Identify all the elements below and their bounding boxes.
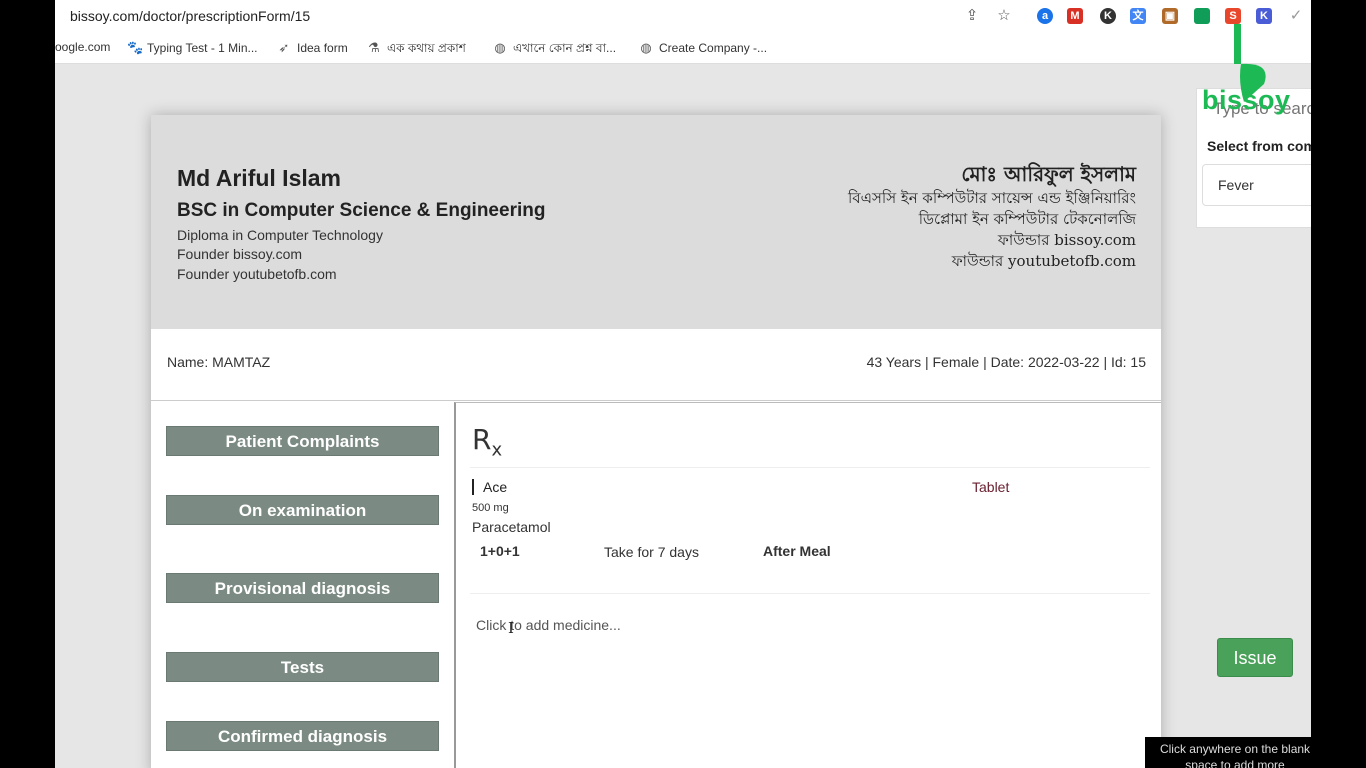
divider [470,593,1150,594]
add-medicine-input[interactable]: Click to add medicine... [476,617,621,633]
tests-button[interactable]: Tests [166,652,439,682]
doctor-name-en: Md Ariful Islam [177,165,341,191]
doctor-degree-en: BSC in Computer Science & Engineering [177,200,546,221]
patient-info-row: Name: MAMTAZ 43 Years | Female | Date: 2… [151,329,1161,401]
medicine-generic: Paracetamol [472,519,551,535]
rocket-icon: ➶ [278,40,290,55]
bookmark-ek-kothay[interactable]: ⚗ এক কথায় প্রকাশ [367,40,466,60]
rx-symbol: Rx [472,423,503,461]
doctor-line-en: Founder youtubetofb.com [177,266,337,282]
hint-tooltip: Click anywhere on the blank space to add… [1145,737,1311,768]
doctor-line-en: Founder bissoy.com [177,246,303,262]
rx-panel[interactable]: Rx Ace Tablet 500 mg Paracetamol 1+0+1 T… [454,402,1161,768]
on-examination-button[interactable]: On examination [166,495,439,525]
bookmark-google[interactable]: oogle.com [55,40,110,54]
issue-button[interactable]: Issue [1217,638,1293,677]
complaint-option[interactable]: Fever [1202,164,1311,206]
doctor-header: Md Ariful Islam BSC in Computer Science … [151,115,1161,329]
medicine-duration[interactable]: Take for 7 days [604,544,699,560]
medicine-form: Tablet [972,479,1010,495]
clinical-sections: Patient Complaints On examination Provis… [151,402,454,768]
medicine-timing[interactable]: After Meal [763,543,831,559]
medicine-strength: 500 mg [472,502,509,514]
doctor-line-bn: বিএসসি ইন কম্পিউটার সায়েন্স এন্ড ইঞ্জিন… [847,189,1136,207]
star-icon[interactable]: ☆ [995,7,1013,25]
bookmarks-bar: oogle.com 🐾 Typing Test - 1 Min... ➶ Idea … [55,33,1311,64]
doctor-name-bn: মোঃ আরিফুল ইসলাম [961,162,1136,186]
bookmark-ekhane[interactable]: ◍ এখানে কোন প্রশ্ন বা... [493,40,616,60]
flask-icon: ⚗ [368,40,380,55]
globe-icon: ◍ [494,40,506,55]
confirmed-diagnosis-button[interactable]: Confirmed diagnosis [166,721,439,751]
gmail-icon[interactable]: M [1067,8,1083,24]
patient-name[interactable]: Name: MAMTAZ [167,354,270,370]
extension-image-icon[interactable]: ▣ [1162,8,1178,24]
prescription-paper: Md Ariful Islam BSC in Computer Science … [151,115,1161,768]
doctor-line-bn: ফাউন্ডার bissoy.com [997,231,1136,249]
bookmark-typing-test[interactable]: 🐾 Typing Test - 1 Min... [127,40,258,56]
text-cursor-icon: I [508,619,514,637]
paw-icon: 🐾 [127,40,144,55]
share-icon[interactable]: ⇪ [963,7,981,25]
medicine-dose[interactable]: 1+0+1 [480,543,520,559]
translate-icon[interactable]: 文 [1130,8,1146,24]
extension-a-icon[interactable]: a [1037,8,1053,24]
provisional-diagnosis-button[interactable]: Provisional diagnosis [166,573,439,603]
medicine-name[interactable]: Ace [472,479,507,495]
extension-k-icon[interactable]: K [1100,8,1116,24]
doctor-line-bn: ডিপ্লোমা ইন কম্পিউটার টেকনোলজি [918,210,1136,228]
address-bar[interactable]: bissoy.com/doctor/prescriptionForm/15 ⇪ … [55,0,1311,33]
doctor-line-en: Diploma in Computer Technology [177,227,383,243]
patient-complaints-button[interactable]: Patient Complaints [166,426,439,456]
patient-details[interactable]: 43 Years | Female | Date: 2022-03-22 | I… [867,354,1146,370]
url-text[interactable]: bissoy.com/doctor/prescriptionForm/15 [70,8,310,24]
doctor-line-bn: ফাউন্ডার youtubetofb.com [951,252,1136,270]
bookmark-create-company[interactable]: ◍ Create Company -... [639,40,767,56]
bissoy-logo-text: bissoy [1202,85,1291,115]
bookmark-idea-form[interactable]: ➶ Idea form [277,40,348,56]
divider [470,467,1150,468]
globe-icon: ◍ [640,40,652,55]
doctor-info-bn: মোঃ আরিফুল ইসলাম বিএসসি ইন কম্পিউটার সায… [848,160,1136,272]
complaint-option-label: Fever [1218,177,1254,193]
browser-window: bissoy.com/doctor/prescriptionForm/15 ⇪ … [55,0,1311,768]
select-label: Select from com [1207,138,1311,154]
